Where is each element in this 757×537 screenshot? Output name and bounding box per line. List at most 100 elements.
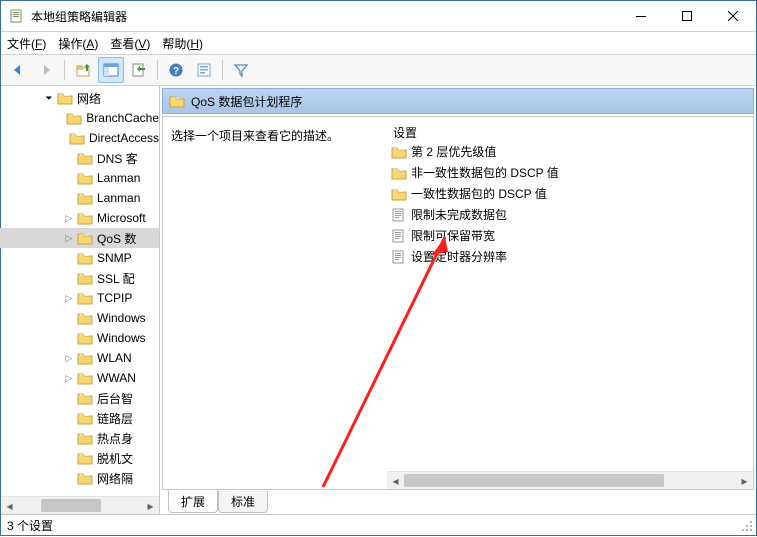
list-item[interactable]: 限制未完成数据包 <box>387 204 753 225</box>
folder-icon <box>77 290 93 306</box>
tree-pane: ⏷网络BranchCache DirectAccess DNS 客 Lanman Lan… <box>1 86 160 514</box>
help-button[interactable]: ? <box>163 57 189 83</box>
list-item[interactable]: 限制可保留带宽 <box>387 225 753 246</box>
tree-label: TCPIP <box>97 291 132 305</box>
maximize-button[interactable] <box>664 1 710 31</box>
tree-item[interactable]: 链路层 <box>0 408 159 428</box>
collapse-icon[interactable]: ⏷ <box>41 93 57 104</box>
tree-label: 网络隔 <box>97 470 133 487</box>
folder-icon <box>77 190 93 206</box>
folder-icon <box>77 470 93 486</box>
tree-item[interactable]: BranchCache <box>0 108 159 128</box>
tree-label: Microsoft <box>97 211 146 225</box>
export-list-button[interactable] <box>126 57 152 83</box>
tree-item[interactable]: DNS 客 <box>0 148 159 168</box>
folder-icon <box>77 150 93 166</box>
up-button[interactable] <box>70 57 96 83</box>
status-text: 3 个设置 <box>7 517 53 534</box>
tree-label: Windows <box>97 311 146 325</box>
tree-label: 链路层 <box>97 410 133 427</box>
folder-icon <box>77 270 93 286</box>
scroll-left-icon[interactable]: ◂ <box>1 497 18 514</box>
filter-button[interactable] <box>228 57 254 83</box>
tree-item[interactable]: SNMP <box>0 248 159 268</box>
tree[interactable]: ⏷网络BranchCache DirectAccess DNS 客 Lanman Lan… <box>0 86 159 496</box>
tabs: 扩展 标准 <box>160 492 756 514</box>
tree-label: QoS 数 <box>97 230 136 247</box>
folder-icon <box>77 370 93 386</box>
tab-standard[interactable]: 标准 <box>218 491 268 513</box>
list-item[interactable]: 第 2 层优先级值 <box>387 141 753 162</box>
expand-icon[interactable]: ▷ <box>61 353 77 364</box>
scroll-right-icon[interactable]: ▸ <box>142 497 159 514</box>
tree-label: Lanman <box>97 171 140 185</box>
tree-item[interactable]: Lanman <box>0 188 159 208</box>
tree-item[interactable]: 后台智 <box>0 388 159 408</box>
menu-view[interactable]: 查看(V) <box>110 35 150 52</box>
scroll-thumb[interactable] <box>41 499 101 512</box>
minimize-button[interactable] <box>618 1 664 31</box>
resize-grip-icon[interactable] <box>740 519 754 533</box>
setting-icon <box>391 249 407 265</box>
list-item-label: 限制未完成数据包 <box>411 206 507 223</box>
folder-icon <box>77 350 93 366</box>
tree-item-root[interactable]: ⏷网络 <box>0 88 159 108</box>
list-item-label: 第 2 层优先级值 <box>411 143 496 160</box>
list-item[interactable]: 设置定时器分辨率 <box>387 246 753 267</box>
expand-icon[interactable]: ▷ <box>61 213 77 224</box>
folder-icon <box>77 170 93 186</box>
menu-file[interactable]: 文件(F) <box>7 35 46 52</box>
tree-scrollbar[interactable]: ◂ ▸ <box>1 496 159 514</box>
list-item-label: 非一致性数据包的 DSCP 值 <box>411 164 559 181</box>
tree-label: WLAN <box>97 351 132 365</box>
back-button[interactable] <box>5 57 31 83</box>
menu-action[interactable]: 操作(A) <box>58 35 98 52</box>
tree-label: DirectAccess <box>89 131 159 145</box>
detail-scrollbar[interactable]: ◂ ▸ <box>387 471 753 489</box>
svg-text:?: ? <box>173 66 179 77</box>
expand-icon[interactable]: ▷ <box>61 233 77 244</box>
tree-label: SSL 配 <box>97 270 135 287</box>
column-header-setting[interactable]: 设置 <box>387 123 753 141</box>
list-item-label: 一致性数据包的 DSCP 值 <box>411 185 547 202</box>
folder-icon <box>391 144 407 160</box>
expand-icon[interactable]: ▷ <box>61 373 77 384</box>
close-button[interactable] <box>710 1 756 31</box>
list-item-label: 设置定时器分辨率 <box>411 248 507 265</box>
menu-help[interactable]: 帮助(H) <box>162 35 203 52</box>
title-bar: 本地组策略编辑器 <box>1 1 756 32</box>
menu-bar: 文件(F) 操作(A) 查看(V) 帮助(H) <box>1 32 756 54</box>
forward-button[interactable] <box>33 57 59 83</box>
list-item[interactable]: 一致性数据包的 DSCP 值 <box>387 183 753 204</box>
scroll-right-icon[interactable]: ▸ <box>736 472 753 489</box>
folder-icon <box>77 250 93 266</box>
tree-item[interactable]: ▷ TCPIP <box>0 288 159 308</box>
tree-item[interactable]: ▷ WLAN <box>0 348 159 368</box>
folder-icon <box>77 210 93 226</box>
tree-label: SNMP <box>97 251 132 265</box>
tree-item[interactable]: ▷ WWAN <box>0 368 159 388</box>
tree-item[interactable]: ▷ QoS 数 <box>0 228 159 248</box>
tree-item[interactable]: ▷ Microsoft <box>0 208 159 228</box>
tree-item[interactable]: Windows <box>0 328 159 348</box>
tab-extended[interactable]: 扩展 <box>168 490 218 513</box>
properties-button[interactable] <box>191 57 217 83</box>
tree-label: WWAN <box>97 371 136 385</box>
show-hide-tree-button[interactable] <box>98 57 124 83</box>
tree-item[interactable]: Windows <box>0 308 159 328</box>
scroll-left-icon[interactable]: ◂ <box>387 472 404 489</box>
folder-icon <box>77 230 93 246</box>
tree-item[interactable]: SSL 配 <box>0 268 159 288</box>
list-item[interactable]: 非一致性数据包的 DSCP 值 <box>387 162 753 183</box>
folder-icon <box>77 310 93 326</box>
tree-item[interactable]: Lanman <box>0 168 159 188</box>
content-header: QoS 数据包计划程序 <box>162 88 754 114</box>
scroll-thumb[interactable] <box>404 474 664 487</box>
tree-item[interactable]: DirectAccess <box>0 128 159 148</box>
tree-item[interactable]: 热点身 <box>0 428 159 448</box>
tree-item[interactable]: 脱机文 <box>0 448 159 468</box>
detail-pane: 选择一个项目来查看它的描述。 设置 第 2 层优先级值非一致性数据包的 DSCP… <box>162 116 754 490</box>
expand-icon[interactable]: ▷ <box>61 293 77 304</box>
tree-item[interactable]: 网络隔 <box>0 468 159 488</box>
settings-list[interactable]: 第 2 层优先级值非一致性数据包的 DSCP 值一致性数据包的 DSCP 值限制… <box>387 141 753 471</box>
